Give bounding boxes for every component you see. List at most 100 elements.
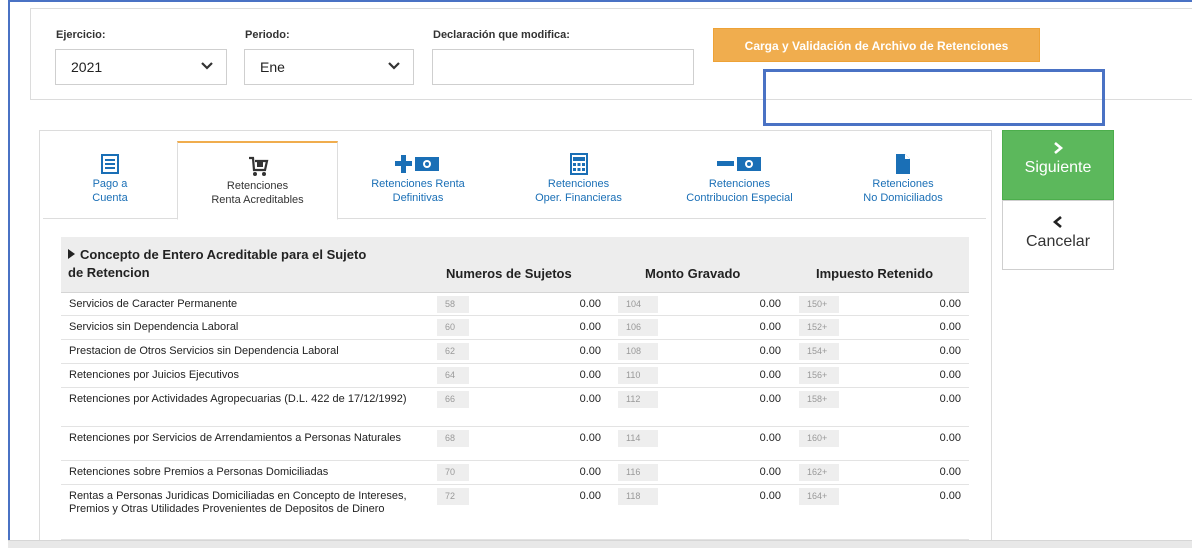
monto-gravado-input[interactable]: 0.00	[661, 321, 781, 333]
tab-label-line2: Contribucion Especial	[686, 192, 793, 204]
tab-label-line1: Retenciones	[872, 178, 934, 190]
code-impuesto: 150+	[799, 296, 839, 313]
monto-gravado-input[interactable]: 0.00	[661, 432, 781, 444]
header-impuesto-retenido: Impuesto Retenido	[816, 266, 934, 281]
concept-cell: Retenciones por Actividades Agropecuaria…	[69, 393, 407, 405]
tab-bar: Pago a Cuenta Retenciones Renta Acredita…	[43, 141, 986, 220]
concept-header-line1: Concepto de Entero Acreditable para el S…	[80, 247, 367, 262]
concept-cell: Prestacion de Otros Servicios sin Depend…	[69, 345, 339, 357]
chevron-right-icon	[1054, 142, 1064, 154]
table-row: Retenciones por Actividades Agropecuaria…	[61, 388, 969, 427]
impuesto-retenido-input[interactable]: 0.00	[841, 393, 961, 405]
ejercicio-select[interactable]: 2021	[55, 49, 227, 85]
frame-border-top	[8, 0, 1192, 2]
chevron-down-icon	[201, 62, 213, 70]
frame-border-left	[8, 0, 10, 548]
table-row: Retenciones sobre Premios a Personas Dom…	[61, 461, 969, 485]
impuesto-retenido-input[interactable]: 0.00	[841, 345, 961, 357]
code-monto: 106	[618, 319, 658, 336]
header-monto-gravado: Monto Gravado	[645, 266, 741, 281]
code-impuesto: 152+	[799, 319, 839, 336]
tab-label-line1: Pago a	[92, 178, 128, 190]
monto-gravado-input[interactable]: 0.00	[661, 345, 781, 357]
tab-pago-a-cuenta[interactable]: Pago a Cuenta	[43, 141, 177, 219]
table-row: Prestacion de Otros Servicios sin Depend…	[61, 340, 969, 364]
tab-retenciones-no-domiciliados[interactable]: Retenciones No Domiciliados	[820, 141, 986, 219]
concept-cell: Servicios sin Dependencia Laboral	[69, 321, 239, 333]
chevron-left-icon	[1052, 216, 1062, 228]
code-sujetos: 64	[437, 367, 469, 384]
cancelar-button[interactable]: Cancelar	[1002, 200, 1114, 270]
code-impuesto: 154+	[799, 343, 839, 360]
impuesto-retenido-input[interactable]: 0.00	[841, 321, 961, 333]
impuesto-retenido-input[interactable]: 0.00	[841, 490, 961, 502]
concept-cell: Retenciones por Juicios Ejecutivos	[69, 369, 239, 381]
tab-label-line1: Retenciones	[547, 178, 610, 190]
siguiente-button[interactable]: Siguiente	[1002, 130, 1114, 200]
monto-gravado-input[interactable]: 0.00	[661, 369, 781, 381]
table-header: Concepto de Entero Acreditable para el S…	[61, 237, 969, 293]
concept-header-line2: de Retencion	[68, 265, 150, 280]
monto-gravado-input[interactable]: 0.00	[661, 466, 781, 478]
code-sujetos: 58	[437, 296, 469, 313]
impuesto-retenido-input[interactable]: 0.00	[841, 298, 961, 310]
monto-gravado-input[interactable]: 0.00	[661, 298, 781, 310]
declaracion-input[interactable]	[432, 49, 694, 85]
numeros-sujetos-input[interactable]: 0.00	[481, 321, 601, 333]
code-impuesto: 158+	[799, 391, 839, 408]
tab-retenciones-contribucion-especial[interactable]: Retenciones Contribucion Especial	[659, 141, 820, 219]
cancelar-label: Cancelar	[1025, 233, 1091, 250]
table-row: Rentas a Personas Juridicas Domiciliadas…	[61, 485, 969, 540]
concept-header[interactable]: Concepto de Entero Acreditable para el S…	[68, 246, 428, 282]
periodo-value: Ene	[260, 59, 285, 75]
carga-validacion-button[interactable]: Carga y Validación de Archivo de Retenci…	[713, 28, 1040, 62]
code-monto: 116	[618, 464, 658, 481]
highlight-annotation-box	[763, 69, 1105, 126]
tab-label-line2: Renta Acreditables	[211, 194, 304, 206]
code-monto: 108	[618, 343, 658, 360]
numeros-sujetos-input[interactable]: 0.00	[481, 466, 601, 478]
tab-retenciones-oper-financieras[interactable]: Retenciones Oper. Financieras	[498, 141, 659, 219]
numeros-sujetos-input[interactable]: 0.00	[481, 490, 601, 502]
tab-label-line2: Oper. Financieras	[535, 192, 622, 204]
impuesto-retenido-input[interactable]: 0.00	[841, 432, 961, 444]
tab-label-line2: Cuenta	[92, 192, 128, 204]
code-monto: 118	[618, 488, 658, 505]
caret-right-icon	[68, 249, 75, 259]
table-row: Retenciones por Servicios de Arrendamien…	[61, 427, 969, 461]
impuesto-retenido-input[interactable]: 0.00	[841, 466, 961, 478]
code-sujetos: 62	[437, 343, 469, 360]
tab-label-line2: No Domiciliados	[863, 192, 943, 204]
header-numeros-sujetos: Numeros de Sujetos	[446, 266, 572, 281]
minus-money-icon	[716, 157, 761, 171]
code-sujetos: 68	[437, 430, 469, 447]
file-icon	[896, 154, 910, 174]
monto-gravado-input[interactable]: 0.00	[661, 393, 781, 405]
code-monto: 104	[618, 296, 658, 313]
numeros-sujetos-input[interactable]: 0.00	[481, 298, 601, 310]
tab-retenciones-renta-acreditables[interactable]: Retenciones Renta Acreditables	[177, 141, 338, 220]
periodo-select[interactable]: Ene	[244, 49, 414, 85]
periodo-label: Periodo:	[245, 29, 290, 41]
numeros-sujetos-input[interactable]: 0.00	[481, 345, 601, 357]
table-row: Servicios sin Dependencia Laboral 60 0.00 1…	[61, 316, 969, 340]
numeros-sujetos-input[interactable]: 0.00	[481, 393, 601, 405]
tab-label-line1: Retenciones	[708, 178, 771, 190]
code-sujetos: 66	[437, 391, 469, 408]
code-impuesto: 162+	[799, 464, 839, 481]
numeros-sujetos-input[interactable]: 0.00	[481, 432, 601, 444]
numeros-sujetos-input[interactable]: 0.00	[481, 369, 601, 381]
table-row: Servicios de Caracter Permanente 58 0.00 10…	[61, 293, 969, 316]
code-impuesto: 160+	[799, 430, 839, 447]
code-sujetos: 60	[437, 319, 469, 336]
tab-retenciones-renta-definitivas[interactable]: Retenciones Renta Definitivas	[338, 141, 498, 219]
tab-label-line1: Retenciones	[226, 180, 289, 192]
plus-money-icon	[395, 155, 439, 173]
concept-cell: Rentas a Personas Juridicas Domiciliadas…	[69, 490, 407, 515]
code-monto: 110	[618, 367, 658, 384]
code-impuesto: 156+	[799, 367, 839, 384]
chevron-down-icon	[388, 62, 400, 70]
impuesto-retenido-input[interactable]: 0.00	[841, 369, 961, 381]
monto-gravado-input[interactable]: 0.00	[661, 490, 781, 502]
code-monto: 114	[618, 430, 658, 447]
